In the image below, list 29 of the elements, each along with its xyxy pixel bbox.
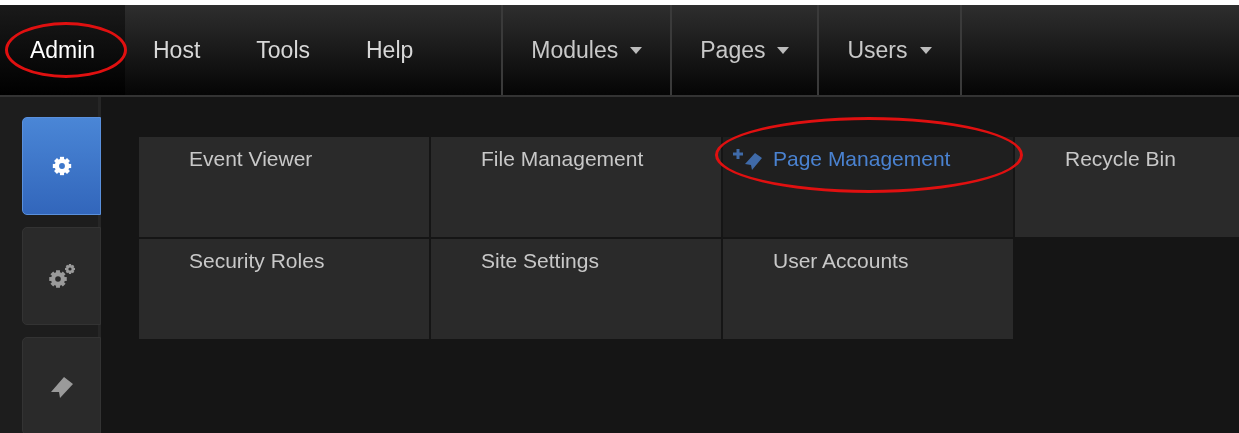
- menu-item[interactable]: Tools: [228, 5, 338, 95]
- admin-link-label: Site Settings: [481, 249, 599, 273]
- sidebar-tab[interactable]: [22, 227, 101, 325]
- admin-link-label: User Accounts: [773, 249, 909, 273]
- dropdown-menu[interactable]: Pages: [670, 5, 818, 95]
- admin-link-label: Security Roles: [189, 249, 325, 273]
- admin-link-label: Event Viewer: [189, 147, 313, 171]
- dropdown-menu[interactable]: Modules: [501, 5, 671, 95]
- admin-link[interactable]: Site Settings: [431, 239, 721, 339]
- admin-link-label: File Management: [481, 147, 644, 171]
- caret-icon: [630, 46, 643, 54]
- admin-link[interactable]: Event Viewer: [139, 137, 429, 237]
- sidebar-tab[interactable]: [22, 117, 101, 215]
- admin-link[interactable]: User Accounts: [723, 239, 1013, 339]
- admin-link[interactable]: File Management: [431, 137, 721, 237]
- admin-link[interactable]: Recycle Bin: [1015, 137, 1239, 237]
- admin-link-label: Page Management: [773, 147, 951, 171]
- dropdown-menu[interactable]: Users: [817, 5, 962, 95]
- admin-link[interactable]: Page Management: [723, 137, 1013, 237]
- admin-link-label: Recycle Bin: [1065, 147, 1176, 171]
- menu-item[interactable]: Help: [338, 5, 442, 95]
- menu-item[interactable]: Host: [125, 5, 229, 95]
- admin-link[interactable]: Security Roles: [139, 239, 429, 339]
- gear-icon: [50, 155, 73, 177]
- menu-item[interactable]: Admin: [0, 5, 125, 95]
- caret-icon: [919, 46, 932, 54]
- caret-icon: [777, 46, 790, 54]
- gears-icon: [47, 263, 76, 289]
- sidebar-tab[interactable]: [22, 337, 101, 433]
